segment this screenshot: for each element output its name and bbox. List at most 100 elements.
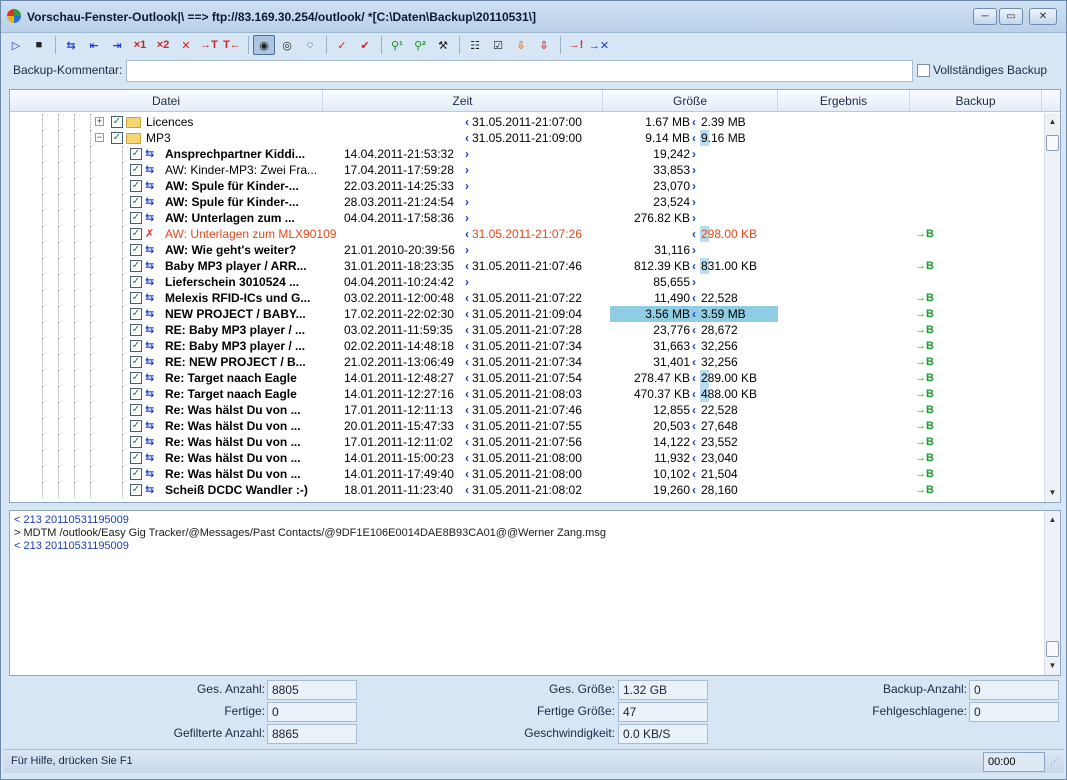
transfer-t-back-icon[interactable]: T←: [221, 35, 243, 55]
alert-arrow-icon[interactable]: →!: [565, 35, 587, 55]
collapse-icon[interactable]: −: [95, 133, 104, 142]
row-checkbox[interactable]: ✓: [130, 436, 142, 448]
table-row[interactable]: ✓ ⇆ NEW PROJECT / BABY... 17.02.2011-22:02:…: [10, 306, 1044, 322]
download-alt-icon[interactable]: ⇩: [533, 35, 555, 55]
column-header-time[interactable]: Zeit: [323, 90, 603, 112]
cancel-arrow-icon[interactable]: →✕: [588, 35, 610, 55]
remote-size: 27,648: [701, 419, 738, 433]
folder-row[interactable]: − ✓ MP3 ‹ 31.05.2011-21:09:00 9.14 MB ‹ 9.16 MB: [10, 130, 1044, 146]
remote-time: 31.05.2011-21:07:46: [472, 259, 582, 273]
row-checkbox[interactable]: ✓: [111, 116, 123, 128]
full-backup-checkbox[interactable]: [917, 64, 930, 77]
column-header-backup[interactable]: Backup: [910, 90, 1042, 112]
resize-grip-icon[interactable]: ⋰: [1050, 756, 1059, 767]
row-checkbox[interactable]: ✓: [130, 340, 142, 352]
tree-guide-line: [58, 306, 59, 322]
column-header-result[interactable]: Ergebnis: [778, 90, 910, 112]
table-row[interactable]: ✓ ⇆ Re: Was hälst Du von ... 17.01.2011-12:…: [10, 434, 1044, 450]
maximize-button[interactable]: ▭: [999, 8, 1023, 25]
scroll-up-icon[interactable]: ▲: [1045, 115, 1060, 129]
column-header-size[interactable]: Größe: [603, 90, 778, 112]
stop-icon[interactable]: ■: [28, 35, 50, 55]
table-row[interactable]: ✓ ⇆ Re: Target naach Eagle 14.01.2011-12:27…: [10, 386, 1044, 402]
log-scrollbar[interactable]: ▲ ▼: [1044, 511, 1060, 675]
column-header-file[interactable]: Datei: [10, 90, 323, 112]
table-row[interactable]: ✓ ⇆ Ansprechpartner Kiddi... 14.04.2011-21:…: [10, 146, 1044, 162]
transfer-icon: ⇆: [145, 404, 155, 416]
table-row[interactable]: ✓ ⇆ AW: Wie geht's weiter? 21.01.2010-20:39…: [10, 242, 1044, 258]
row-checkbox[interactable]: ✓: [130, 308, 142, 320]
table-row[interactable]: ✓ ⇆ Baby MP3 player / ARR... 31.01.2011-18:…: [10, 258, 1044, 274]
table-row[interactable]: ✓ ⇆ Re: Was hälst Du von ... 20.01.2011-15:…: [10, 418, 1044, 434]
row-checkbox[interactable]: ✓: [130, 372, 142, 384]
table-row[interactable]: ✓ ⇆ AW: Spule für Kinder-... 22.03.2011-14:…: [10, 178, 1044, 194]
row-checkbox[interactable]: ✓: [130, 292, 142, 304]
view-hidden-icon[interactable]: ◌: [299, 35, 321, 55]
row-checkbox[interactable]: ✓: [111, 132, 123, 144]
folder-row[interactable]: + ✓ Licences ‹ 31.05.2011-21:07:00 1.67 MB ‹ 2.…: [10, 114, 1044, 130]
scroll-thumb[interactable]: [1046, 641, 1059, 657]
scroll-up-icon[interactable]: ▲: [1045, 513, 1060, 527]
row-checkbox[interactable]: ✓: [130, 180, 142, 192]
delete-two-icon[interactable]: ×2: [152, 35, 174, 55]
row-checkbox[interactable]: ✓: [130, 404, 142, 416]
row-checkbox[interactable]: ✓: [130, 164, 142, 176]
row-checkbox[interactable]: ✓: [130, 276, 142, 288]
table-row[interactable]: ✓ ⇆ Melexis RFID-ICs und G... 03.02.2011-12…: [10, 290, 1044, 306]
row-checkbox[interactable]: ✓: [130, 452, 142, 464]
table-row[interactable]: ✓ ⇆ AW: Kinder-MP3: Zwei Fra... 17.04.2011-…: [10, 162, 1044, 178]
download-icon[interactable]: ⇩: [510, 35, 532, 55]
row-checkbox[interactable]: ✓: [130, 468, 142, 480]
table-row[interactable]: ✓ ⇆ Re: Target naach Eagle 14.01.2011-12:48…: [10, 370, 1044, 386]
backup-comment-input[interactable]: [126, 60, 913, 82]
transfer-t-icon[interactable]: →T: [198, 35, 220, 55]
find-one-icon[interactable]: ⚲¹: [386, 35, 408, 55]
upload-right-icon[interactable]: ⇥: [106, 35, 128, 55]
delete-one-icon[interactable]: ×1: [129, 35, 151, 55]
row-checkbox[interactable]: ✓: [130, 212, 142, 224]
row-checkbox[interactable]: ✓: [130, 196, 142, 208]
row-checkbox[interactable]: ✓: [130, 148, 142, 160]
expand-icon[interactable]: +: [95, 117, 104, 126]
find-two-icon[interactable]: ⚲²: [409, 35, 431, 55]
scroll-down-icon[interactable]: ▼: [1045, 659, 1060, 673]
table-row[interactable]: ✓ ⇆ Re: Was hälst Du von ... 14.01.2011-17:…: [10, 466, 1044, 482]
table-row[interactable]: ✓ ⇆ RE: NEW PROJECT / B... 21.02.2011-13:06…: [10, 354, 1044, 370]
row-checkbox[interactable]: ✓: [130, 484, 142, 496]
row-checkbox[interactable]: ✓: [130, 260, 142, 272]
check-arrow-icon[interactable]: ✓: [331, 35, 353, 55]
view-all-icon[interactable]: ◉: [253, 35, 275, 55]
check-arrow-alt-icon[interactable]: ✔: [354, 35, 376, 55]
table-row[interactable]: ✓ ✗ AW: Unterlagen zum MLX90109 ‹ 31.05.2011…: [10, 226, 1044, 242]
delete-icon[interactable]: ✕: [175, 35, 197, 55]
row-checkbox[interactable]: ✓: [130, 420, 142, 432]
row-checkbox[interactable]: ✓: [130, 388, 142, 400]
table-row[interactable]: ✓ ⇆ RE: Baby MP3 player / ... 02.02.2011-14…: [10, 338, 1044, 354]
select-all-icon[interactable]: ☑: [487, 35, 509, 55]
upload-left-icon[interactable]: ⇤: [83, 35, 105, 55]
minimize-button[interactable]: ─: [973, 8, 997, 25]
table-row[interactable]: ✓ ⇆ Scheiß DCDC Wandler :-) 18.01.2011-11:2…: [10, 482, 1044, 498]
table-row[interactable]: ✓ ⇆ AW: Spule für Kinder-... 28.03.2011-21:…: [10, 194, 1044, 210]
arrow-left-icon: ‹: [692, 387, 696, 401]
row-checkbox[interactable]: ✓: [130, 228, 142, 240]
row-checkbox[interactable]: ✓: [130, 244, 142, 256]
filter-icon[interactable]: ⚒: [432, 35, 454, 55]
row-checkbox[interactable]: ✓: [130, 356, 142, 368]
tree-guide-line: [42, 210, 43, 226]
tree-icon[interactable]: ☷: [464, 35, 486, 55]
scroll-down-icon[interactable]: ▼: [1045, 486, 1060, 500]
table-row[interactable]: ✓ ⇆ RE: Baby MP3 player / ... 03.02.2011-11…: [10, 322, 1044, 338]
table-row[interactable]: ✓ ⇆ Re: Was hälst Du von ... 17.01.2011-12:…: [10, 402, 1044, 418]
sync-both-icon[interactable]: ⇆: [60, 35, 82, 55]
arrow-left-icon: ‹: [465, 259, 469, 273]
table-scrollbar[interactable]: ▲ ▼: [1044, 113, 1060, 502]
table-row[interactable]: ✓ ⇆ AW: Unterlagen zum ... 04.04.2011-17:58…: [10, 210, 1044, 226]
play-icon[interactable]: ▷: [5, 35, 27, 55]
view-changed-icon[interactable]: ◎: [276, 35, 298, 55]
close-button[interactable]: ✕: [1029, 8, 1057, 25]
scroll-thumb[interactable]: [1046, 135, 1059, 151]
row-checkbox[interactable]: ✓: [130, 324, 142, 336]
table-row[interactable]: ✓ ⇆ Re: Was hälst Du von ... 14.01.2011-15:…: [10, 450, 1044, 466]
table-row[interactable]: ✓ ⇆ Lieferschein 3010524 ... 04.04.2011-10:…: [10, 274, 1044, 290]
